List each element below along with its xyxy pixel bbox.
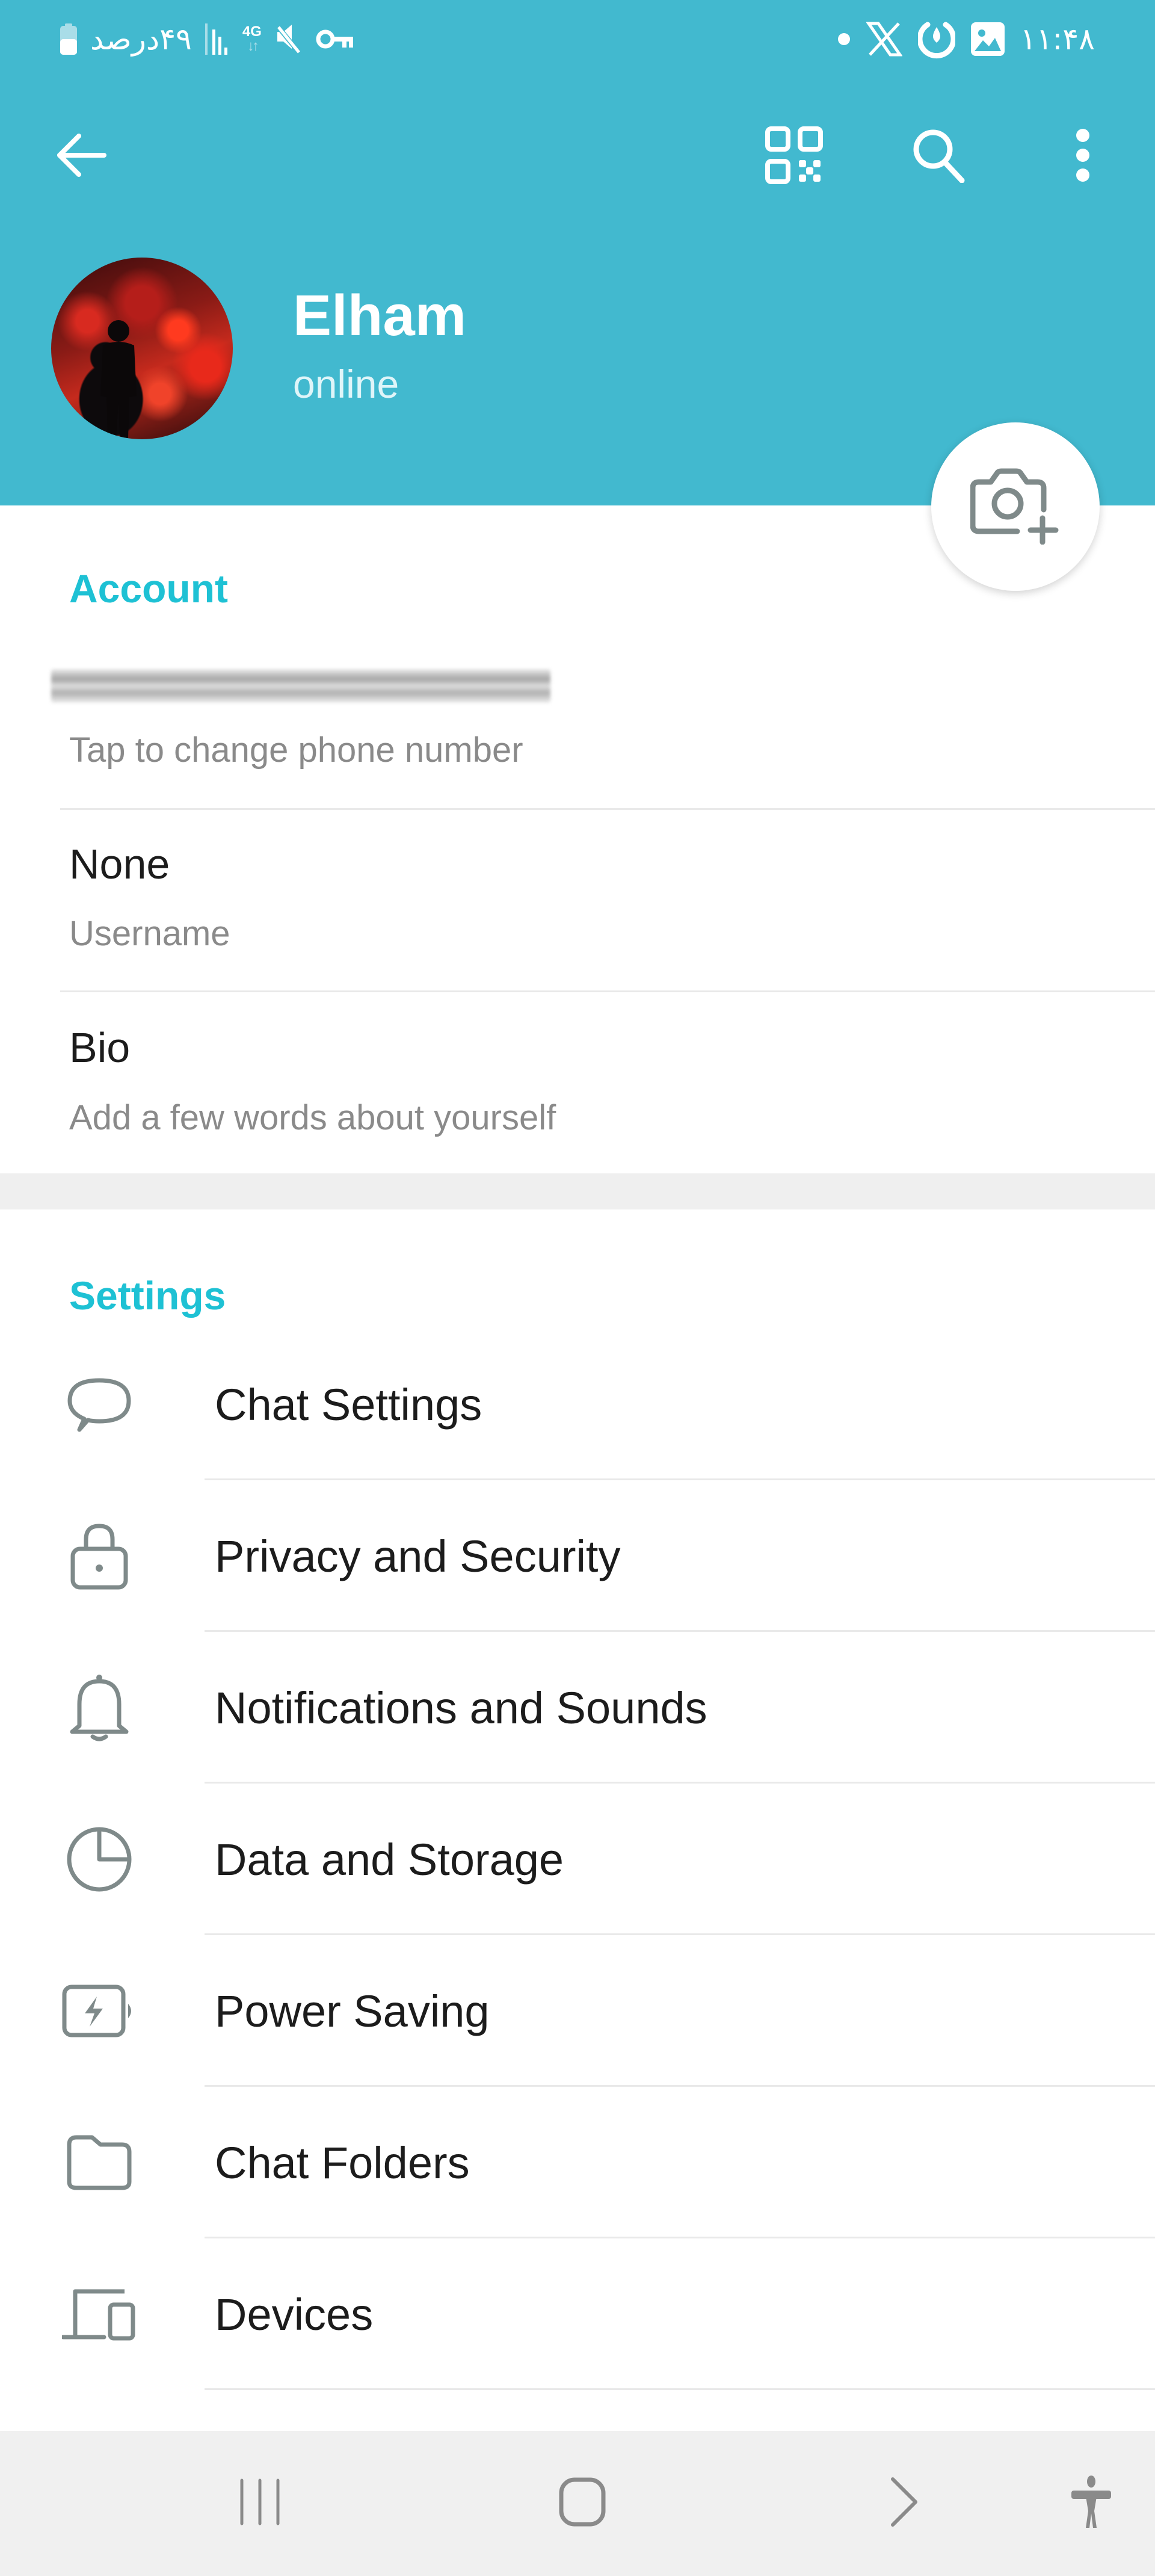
camera-add-icon	[970, 466, 1061, 548]
phone-number-row[interactable]: Tap to change phone number	[0, 650, 1155, 808]
menu-item-label: Power Saving	[215, 1986, 490, 2036]
bio-hint: Add a few words about yourself	[69, 1098, 556, 1137]
menu-item-label: Privacy and Security	[215, 1531, 621, 1581]
accessibility-button[interactable]	[1055, 2467, 1127, 2539]
arrow-left-icon	[56, 132, 106, 181]
vpn-key-icon	[316, 28, 354, 50]
bio-value: Bio	[69, 1024, 131, 1071]
back-chevron-icon	[889, 2477, 920, 2530]
devices-icon	[60, 2284, 138, 2344]
x-app-icon	[866, 21, 902, 57]
data-arrows-icon: ↓↑	[247, 38, 259, 54]
signal-icon	[205, 23, 229, 55]
menu-item-label: Chat Folders	[215, 2138, 470, 2188]
menu-item-label: Devices	[215, 2290, 374, 2340]
menu-item-chat-folders[interactable]: Chat Folders	[0, 2087, 1155, 2238]
set-profile-photo-button[interactable]	[931, 422, 1100, 591]
network-type-text: 4G	[242, 23, 262, 40]
search-icon	[911, 128, 966, 186]
recents-button[interactable]	[224, 2467, 296, 2539]
avatar-figure-silhouette	[100, 320, 137, 438]
menu-item-power-saving[interactable]: Power Saving	[0, 1935, 1155, 2087]
notification-dot-icon	[837, 32, 851, 46]
phone-number-hint: Tap to change phone number	[69, 730, 523, 770]
menu-item-label: Data and Storage	[215, 1835, 564, 1885]
battery-icon	[60, 23, 77, 55]
menu-item-label: Notifications and Sounds	[215, 1683, 707, 1733]
accessibility-icon	[1070, 2475, 1112, 2532]
menu-item-label: Chat Settings	[215, 1380, 482, 1430]
back-button[interactable]	[51, 126, 111, 187]
back-nav-button[interactable]	[869, 2467, 941, 2539]
folder-icon	[60, 2133, 138, 2193]
app-bar	[0, 108, 1155, 199]
system-navigation-bar	[0, 2431, 1155, 2576]
profile-name: Elham	[293, 283, 467, 348]
battery-percent-text: ۴۹درصد	[90, 22, 192, 57]
account-section-title: Account	[69, 566, 228, 611]
status-bar-left: ۴۹درصد 4G ↓↑	[60, 18, 354, 60]
menu-item-devices[interactable]: Devices	[0, 2238, 1155, 2390]
bio-row[interactable]: Bio Add a few words about yourself	[0, 992, 1155, 1173]
qr-code-icon	[765, 126, 823, 187]
battery-bolt-icon	[60, 1981, 138, 2041]
username-value: None	[69, 841, 170, 888]
profile-status: online	[293, 362, 399, 406]
clock-text: ۱۱:۴۸	[1020, 22, 1095, 57]
home-icon	[558, 2477, 606, 2530]
more-vertical-icon	[1076, 128, 1090, 185]
more-options-button[interactable]	[1053, 126, 1113, 187]
bell-icon	[60, 1675, 138, 1741]
divider	[205, 2388, 1155, 2390]
search-button[interactable]	[908, 126, 969, 187]
app-notification-icon	[917, 19, 955, 60]
qr-code-button[interactable]	[764, 126, 824, 187]
username-row[interactable]: None Username	[0, 810, 1155, 990]
recents-icon	[237, 2478, 283, 2529]
lock-icon	[60, 1524, 138, 1590]
status-bar-right: ۱۱:۴۸	[837, 18, 1095, 60]
mute-icon	[275, 23, 303, 55]
network-4g-icon: 4G ↓↑	[242, 25, 262, 54]
avatar[interactable]	[51, 258, 233, 439]
username-hint: Username	[69, 914, 230, 953]
section-separator	[0, 1173, 1155, 1209]
menu-item-data-storage[interactable]: Data and Storage	[0, 1784, 1155, 1935]
chat-bubble-icon	[60, 1374, 138, 1435]
gallery-icon	[970, 22, 1005, 56]
phone-number-value-redacted	[51, 669, 550, 703]
home-button[interactable]	[546, 2467, 618, 2539]
status-bar: ۴۹درصد 4G ↓↑ ۱۱:۴۸	[0, 0, 1155, 78]
menu-item-chat-settings[interactable]: Chat Settings	[0, 1329, 1155, 1480]
settings-section-title: Settings	[69, 1273, 226, 1318]
menu-item-privacy-security[interactable]: Privacy and Security	[0, 1480, 1155, 1632]
menu-item-notifications-sounds[interactable]: Notifications and Sounds	[0, 1632, 1155, 1784]
pie-chart-icon	[60, 1827, 138, 1892]
